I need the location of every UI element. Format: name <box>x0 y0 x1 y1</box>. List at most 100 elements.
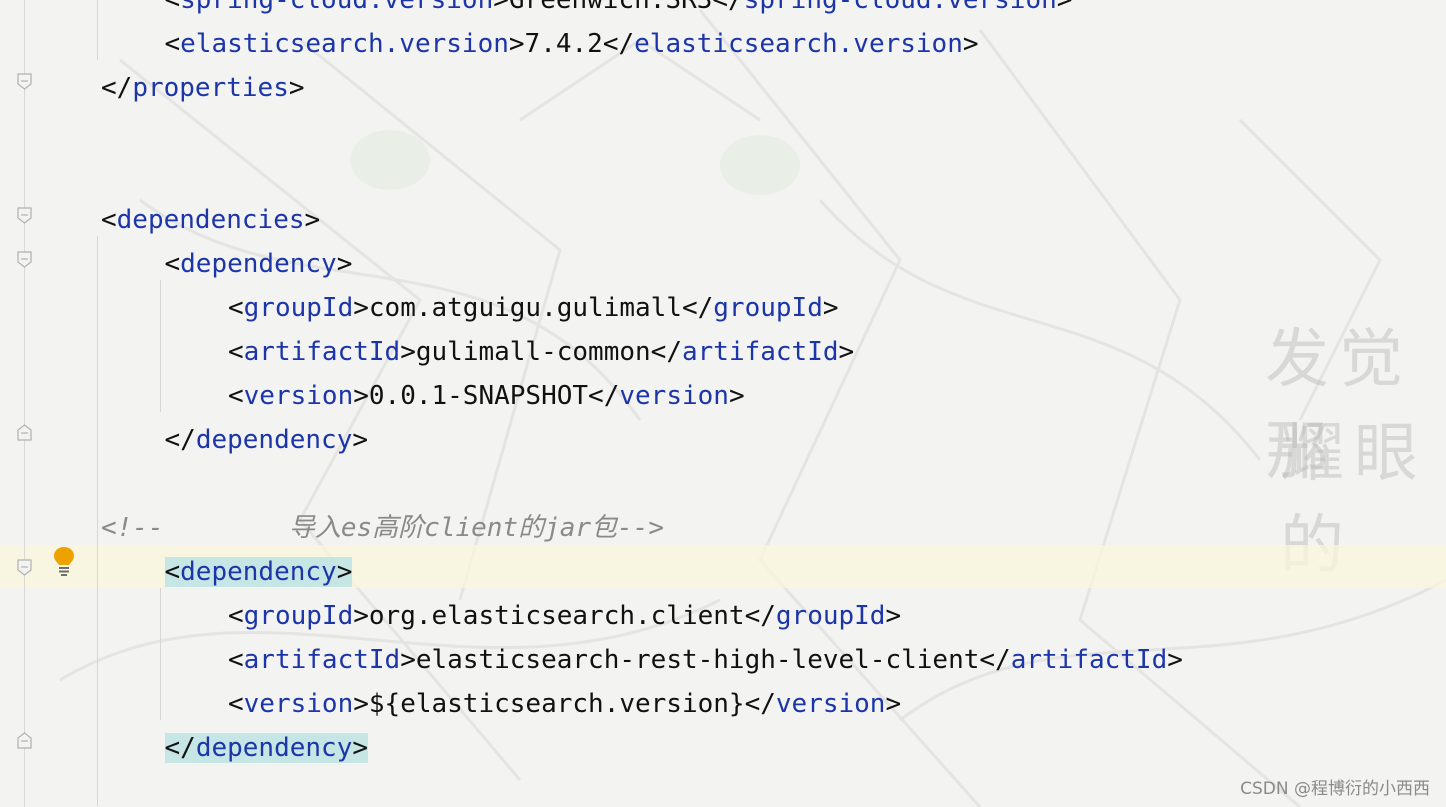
xml-text: ${elasticsearch.version} <box>368 689 745 719</box>
xml-bracket: < <box>228 601 244 631</box>
xml-tag-name: groupId <box>243 293 354 323</box>
fold-marker-icon[interactable] <box>16 424 33 441</box>
xml-bracket: > <box>962 29 979 59</box>
xml-bracket: > <box>353 381 369 411</box>
xml-tag-name: elasticsearch.version <box>180 29 509 59</box>
xml-bracket: > <box>288 73 305 103</box>
xml-comment: <!-- 导入es高阶client的jar包--> <box>101 513 664 543</box>
xml-bracket: > <box>728 381 745 411</box>
xml-tag-name: version <box>243 689 354 719</box>
xml-text: org.elasticsearch.client <box>368 601 745 631</box>
xml-bracket: > <box>352 733 369 763</box>
xml-text: gulimall-common <box>415 337 651 367</box>
indent-guide <box>160 588 161 720</box>
code-line[interactable]: </properties> <box>101 66 305 110</box>
xml-tag-name: dependency <box>195 425 353 455</box>
xml-tag-name: version <box>775 689 886 719</box>
xml-tag-name: artifactId <box>681 337 839 367</box>
xml-bracket: < <box>228 645 244 675</box>
gutter-divider <box>24 0 25 807</box>
xml-text: elasticsearch-rest-high-level-client <box>415 645 980 675</box>
xml-tag-name: artifactId <box>243 337 401 367</box>
xml-bracket: > <box>822 293 839 323</box>
xml-tag-name: dependency <box>180 249 337 279</box>
indent-guide <box>160 280 161 412</box>
code-line[interactable]: </dependency> <box>165 418 369 462</box>
xml-tag-name: artifactId <box>1010 645 1168 675</box>
xml-tag-name: groupId <box>775 601 886 631</box>
xml-text: 7.4.2 <box>524 29 603 59</box>
xml-bracket: </ <box>712 0 744 15</box>
xml-bracket: > <box>400 337 416 367</box>
indent-guide <box>97 236 98 806</box>
xml-tag-name: groupId <box>713 293 823 323</box>
xml-bracket: < <box>164 29 181 59</box>
xml-bracket: </ <box>164 425 196 455</box>
xml-bracket: </ <box>681 293 714 323</box>
xml-bracket: < <box>228 293 244 323</box>
xml-bracket: </ <box>744 601 776 631</box>
xml-bracket: < <box>164 249 181 279</box>
xml-bracket: < <box>101 205 117 235</box>
xml-bracket: </ <box>588 381 620 411</box>
xml-bracket: > <box>304 205 321 235</box>
fold-marker-icon[interactable] <box>16 732 33 749</box>
xml-bracket: > <box>336 557 353 587</box>
xml-bracket: < <box>164 0 181 15</box>
xml-tag-name: dependencies <box>116 205 305 235</box>
footer-credit: CSDN @程博衍的小西西 <box>1240 779 1430 799</box>
xml-text: Greenwich.SR3 <box>508 0 713 15</box>
code-line[interactable]: <dependency> <box>165 242 353 286</box>
xml-bracket: < <box>228 337 244 367</box>
xml-bracket: > <box>353 689 369 719</box>
xml-bracket: < <box>164 557 181 587</box>
xml-bracket: </ <box>979 645 1011 675</box>
xml-bracket: > <box>838 337 855 367</box>
xml-tag-name: dependency <box>180 557 337 587</box>
xml-tag-name: version <box>619 381 729 411</box>
code-line[interactable]: <elasticsearch.version>7.4.2</elasticsea… <box>165 22 979 66</box>
xml-bracket: > <box>493 0 509 15</box>
xml-bracket: </ <box>650 337 682 367</box>
xml-bracket: > <box>352 425 369 455</box>
fold-marker-icon[interactable] <box>16 207 33 224</box>
xml-bracket: </ <box>744 689 776 719</box>
xml-bracket: > <box>1167 645 1183 675</box>
xml-tag-name: artifactId <box>243 645 401 675</box>
code-line[interactable]: <!-- 导入es高阶client的jar包--> <box>101 506 664 550</box>
code-line[interactable]: <artifactId>elasticsearch-rest-high-leve… <box>228 638 1183 682</box>
xml-bracket: </ <box>101 73 133 103</box>
xml-text: 0.0.1-SNAPSHOT <box>368 381 589 411</box>
xml-bracket: > <box>1056 0 1073 15</box>
editor-gutter <box>0 0 48 807</box>
lightbulb-icon[interactable] <box>51 545 77 577</box>
fold-marker-icon[interactable] <box>16 251 33 268</box>
xml-tag-name: properties <box>132 73 289 103</box>
xml-bracket: > <box>336 249 353 279</box>
code-line[interactable]: <groupId>com.atguigu.gulimall</groupId> <box>228 286 839 330</box>
xml-bracket: > <box>353 601 369 631</box>
code-line[interactable]: <version>0.0.1-SNAPSHOT</version> <box>228 374 745 418</box>
xml-bracket: > <box>885 601 902 631</box>
xml-tag-name: spring-cloud.version <box>743 0 1057 15</box>
code-line[interactable]: <dependency> <box>164 550 353 594</box>
xml-bracket: < <box>228 381 244 411</box>
xml-tag-name: groupId <box>243 601 354 631</box>
xml-bracket: </ <box>164 733 196 763</box>
code-line[interactable]: <groupId>org.elasticsearch.client</group… <box>228 594 901 638</box>
xml-text: com.atguigu.gulimall <box>368 293 682 323</box>
fold-marker-icon[interactable] <box>16 559 33 576</box>
xml-bracket: > <box>885 689 902 719</box>
code-line[interactable]: <dependencies> <box>101 198 320 242</box>
code-line[interactable]: <version>${elasticsearch.version}</versi… <box>228 682 901 726</box>
code-line[interactable]: <spring-cloud.version>Greenwich.SR3</spr… <box>165 0 1073 22</box>
code-line[interactable]: <artifactId>gulimall-common</artifactId> <box>228 330 854 374</box>
xml-bracket: </ <box>602 29 635 59</box>
xml-bracket: > <box>508 29 525 59</box>
xml-tag-name: spring-cloud.version <box>180 0 494 15</box>
fold-marker-icon[interactable] <box>16 73 33 90</box>
xml-tag-name: version <box>243 381 354 411</box>
indent-guide <box>97 0 98 60</box>
xml-bracket: > <box>400 645 416 675</box>
code-line[interactable]: </dependency> <box>164 726 369 770</box>
